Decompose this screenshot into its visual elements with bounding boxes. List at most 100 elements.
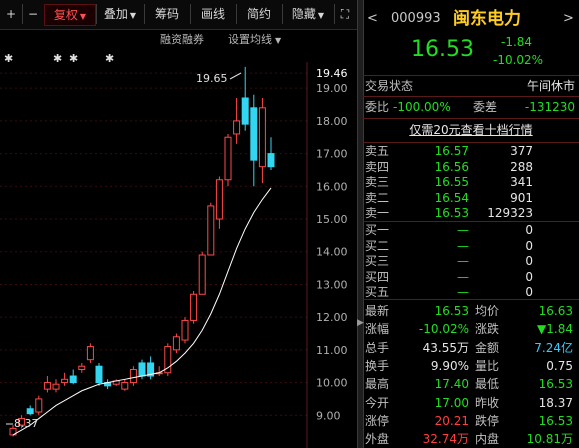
expand-button[interactable]: ⛶: [334, 4, 355, 24]
zoom-in-button[interactable]: +: [2, 4, 20, 24]
stat-label: 金额: [475, 340, 500, 355]
candle-body[interactable]: [224, 136, 232, 181]
stat-value: 43.55万: [422, 340, 469, 355]
candle-body[interactable]: [69, 375, 77, 384]
ma-settings-link[interactable]: 设置均线 ▼: [228, 31, 281, 47]
price-axis: 19.46 19.00 18.00 17.00 16.00 15.00 14.00 13.00…: [306, 62, 348, 448]
candle-body[interactable]: [26, 408, 34, 415]
stock-name: 闽东电力: [453, 9, 521, 29]
bid-volume: 0: [525, 285, 533, 300]
candle-body[interactable]: [190, 293, 198, 321]
ask-row[interactable]: 卖三 16.55 341: [363, 174, 579, 190]
candle-body[interactable]: [43, 382, 51, 390]
candle-body[interactable]: [181, 319, 189, 341]
kline-chart[interactable]: 19.46 19.00 18.00 17.00 16.00 15.00 14.00 13.00…: [0, 62, 357, 448]
ask-level-label: 卖二: [365, 190, 390, 205]
stat-value: 0.75: [546, 358, 573, 373]
stat-value: 20.21: [434, 413, 469, 428]
candle-body[interactable]: [207, 205, 215, 256]
price-change-pct: -10.02%: [493, 53, 544, 67]
bid-volume: 0: [525, 223, 533, 237]
bid-row[interactable]: 买二 — 0: [363, 238, 579, 254]
stat-row: 换手 9.90% 量比 0.75: [363, 357, 579, 375]
bid-row[interactable]: 买五 — 0: [363, 284, 579, 300]
huaxian-label: 画线: [200, 7, 225, 21]
trade-status-row: 交易状态 午间休市: [363, 76, 579, 96]
level10-promo-link[interactable]: 仅需20元查看十档行情: [409, 123, 532, 137]
bid-row[interactable]: 买四 — 0: [363, 269, 579, 285]
bid-level-label: 买一: [365, 223, 390, 237]
yincang-dropdown[interactable]: 隐藏 ▼: [282, 4, 333, 24]
divider-line: [363, 118, 579, 119]
stat-value: -10.02%: [418, 322, 469, 337]
bid-row[interactable]: 买一 — 0: [363, 222, 579, 238]
price-tick-label: 16.00: [316, 180, 348, 193]
right-arrow-icon[interactable]: >: [563, 4, 574, 34]
candle-body[interactable]: [138, 362, 146, 377]
stock-code: 000993: [391, 11, 441, 26]
stat-row: 涨幅 -10.02% 涨跌 ▼1.84: [363, 320, 579, 338]
weicha-value: -131230: [524, 100, 575, 114]
margin-trading-link[interactable]: 融资融券: [160, 31, 204, 47]
candle-body[interactable]: [35, 398, 43, 413]
jianyue-button[interactable]: 简约: [236, 4, 281, 24]
quote-panel: < 000993 闽东电力 > 16.53 -1.84 -10.02% 交易状态…: [363, 0, 579, 448]
minus-icon: −: [27, 7, 39, 21]
fuquan-dropdown[interactable]: 复权 ▼: [44, 4, 96, 26]
ask-price: 16.53: [434, 206, 469, 221]
ask-price: 16.55: [434, 175, 469, 190]
candle-body[interactable]: [250, 107, 258, 161]
price-tick-label: 13.00: [316, 278, 348, 291]
high-price-label: 19.65: [196, 72, 228, 85]
candle-body[interactable]: [121, 382, 129, 390]
bid-level-label: 买二: [365, 238, 390, 253]
candle-body[interactable]: [233, 120, 241, 135]
candle-body[interactable]: [198, 254, 206, 295]
candle-body[interactable]: [215, 179, 223, 220]
candle-body[interactable]: [129, 368, 137, 384]
bid-level-label: 买四: [365, 269, 390, 284]
bid-volume: 0: [525, 238, 533, 253]
left-arrow-icon[interactable]: <: [367, 4, 378, 34]
candle-body[interactable]: [86, 346, 94, 361]
stat-row: 最高 17.40 最低 16.53: [363, 375, 579, 393]
ask-level-label: 卖五: [365, 144, 390, 158]
bid-price: —: [457, 223, 469, 237]
ask-row[interactable]: 卖一 16.53 129323: [363, 205, 579, 221]
chouma-label: 筹码: [154, 7, 179, 21]
bid-row[interactable]: 买三 — 0: [363, 253, 579, 269]
price-change: -1.84: [501, 35, 533, 49]
stat-value: 16.53: [538, 413, 573, 428]
price-tick-label: 19.46: [316, 67, 348, 80]
zoom-out-button[interactable]: −: [22, 4, 43, 24]
chart-subbar: 融资融券 设置均线 ▼: [0, 29, 357, 49]
stat-label: 涨跌: [475, 322, 500, 337]
candle-body[interactable]: [172, 336, 180, 351]
ask-row[interactable]: 卖五 16.57 377: [363, 143, 579, 159]
stat-label: 今开: [365, 395, 390, 410]
ask-volume: 377: [510, 144, 533, 158]
bid-level-label: 买五: [365, 285, 390, 300]
candle-body[interactable]: [61, 378, 69, 384]
diejia-dropdown[interactable]: 叠加 ▼: [96, 4, 143, 24]
candle-body[interactable]: [258, 107, 266, 168]
bid-price: —: [457, 254, 469, 269]
candle-body[interactable]: [52, 383, 60, 390]
candlestick-series: [9, 66, 275, 437]
ask-row[interactable]: 卖四 16.56 288: [363, 159, 579, 175]
low-price-label: 8.37: [14, 417, 39, 430]
chouma-button[interactable]: 筹码: [144, 4, 189, 24]
chevron-down-icon: ▼: [317, 11, 325, 20]
candle-body[interactable]: [78, 365, 86, 370]
candle-body[interactable]: [267, 153, 275, 168]
stat-value: 16.53: [434, 304, 469, 318]
candle-body[interactable]: [95, 365, 103, 384]
stat-value: 10.81万: [526, 432, 573, 447]
ask-row[interactable]: 卖二 16.54 901: [363, 190, 579, 206]
stat-row: 最新 16.53 均价 16.63: [363, 302, 579, 320]
stat-value: 17.40: [434, 377, 469, 392]
diejia-label: 叠加: [103, 7, 128, 21]
candle-body[interactable]: [241, 97, 249, 125]
huaxian-button[interactable]: 画线: [190, 4, 235, 24]
ask-volume: 288: [510, 159, 533, 174]
